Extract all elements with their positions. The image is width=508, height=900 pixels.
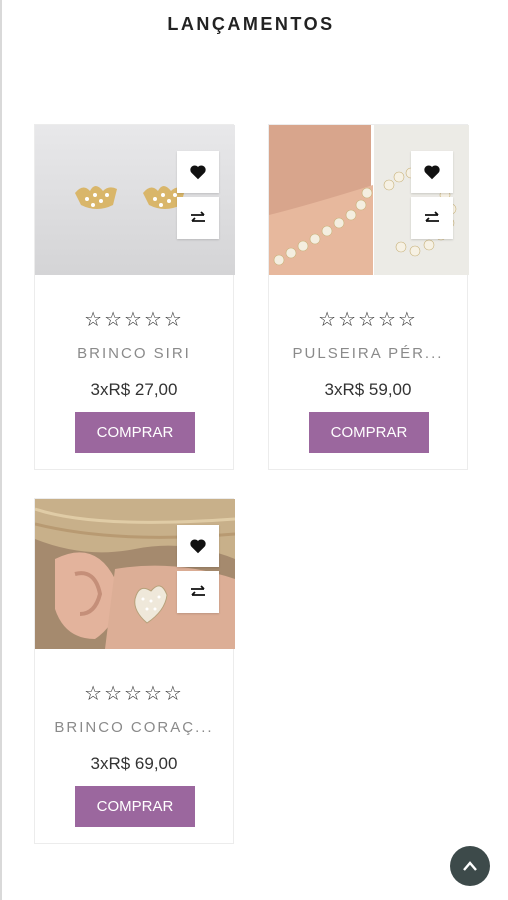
compare-arrows-icon <box>191 211 205 222</box>
heart-icon <box>190 165 206 180</box>
scroll-top-button[interactable] <box>450 846 490 886</box>
product-card[interactable]: ☆☆☆☆☆ PULSEIRA PÉR... 3xR$ 59,00 COMPRAR <box>268 124 469 470</box>
buy-button[interactable]: COMPRAR <box>75 786 195 827</box>
compare-button[interactable] <box>177 571 219 613</box>
chevron-up-icon <box>463 861 477 871</box>
wishlist-button[interactable] <box>177 525 219 567</box>
heart-icon <box>424 165 440 180</box>
product-price: 3xR$ 69,00 <box>90 754 178 773</box>
product-price: 3xR$ 59,00 <box>324 380 412 399</box>
compare-arrows-icon <box>191 585 205 596</box>
rating-stars: ☆☆☆☆☆ <box>84 307 184 331</box>
wishlist-button[interactable] <box>177 151 219 193</box>
product-image[interactable] <box>269 125 469 275</box>
rating-stars: ☆☆☆☆☆ <box>84 681 184 705</box>
product-name[interactable]: BRINCO SIRI <box>45 345 223 362</box>
product-card[interactable]: ☆☆☆☆☆ BRINCO CORAÇ... 3xR$ 69,00 COMPRAR <box>34 498 235 844</box>
compare-button[interactable] <box>411 197 453 239</box>
compare-button[interactable] <box>177 197 219 239</box>
product-name[interactable]: PULSEIRA PÉR... <box>279 345 457 362</box>
product-image[interactable] <box>35 499 235 649</box>
wishlist-button[interactable] <box>411 151 453 193</box>
buy-button[interactable]: COMPRAR <box>75 412 195 453</box>
rating-stars: ☆☆☆☆☆ <box>318 307 418 331</box>
product-image[interactable] <box>35 125 235 275</box>
section-title: LANÇAMENTOS <box>167 14 335 34</box>
compare-arrows-icon <box>425 211 439 222</box>
buy-button[interactable]: COMPRAR <box>309 412 429 453</box>
heart-icon <box>190 539 206 554</box>
product-name[interactable]: BRINCO CORAÇ... <box>45 719 223 736</box>
product-card[interactable]: ☆☆☆☆☆ BRINCO SIRI 3xR$ 27,00 COMPRAR <box>34 124 235 470</box>
product-price: 3xR$ 27,00 <box>90 380 178 399</box>
page-left-border <box>0 0 2 900</box>
